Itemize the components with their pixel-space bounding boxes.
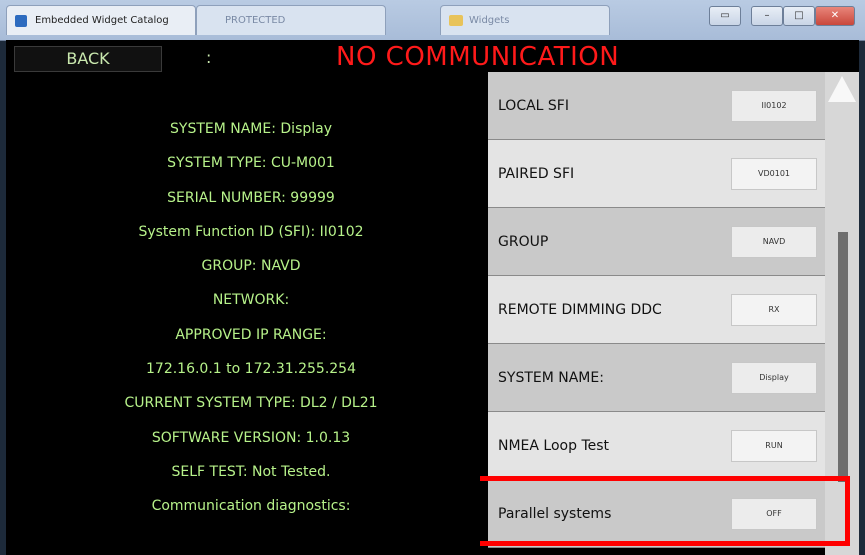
restore-icon[interactable]: ▭: [709, 6, 741, 26]
current-system-type-line: CURRENT SYSTEM TYPE: DL2 / DL21: [124, 395, 378, 412]
tab-widgets[interactable]: Widgets: [440, 5, 610, 35]
window-titlebar: Embedded Widget Catalog PROTECTED Widget…: [0, 0, 865, 41]
settings-scrollbar[interactable]: [825, 72, 859, 555]
setting-label: SYSTEM NAME:: [498, 370, 604, 386]
close-icon[interactable]: ✕: [815, 6, 855, 26]
system-name-line: SYSTEM NAME: Display: [170, 121, 332, 137]
setting-row-paired-sfi: PAIRED SFI VD0101: [488, 140, 825, 208]
folder-icon: [449, 15, 463, 26]
tab-label: Widgets: [469, 15, 510, 26]
system-name-value-button[interactable]: Display: [731, 362, 817, 394]
local-sfi-value-button[interactable]: II0102: [731, 90, 817, 122]
ip-range-line: 172.16.0.1 to 172.31.255.254: [146, 361, 356, 378]
maximize-icon[interactable]: □: [783, 6, 815, 26]
setting-row-remote-dimming: REMOTE DIMMING DDC RX: [488, 276, 825, 344]
tab-label: Embedded Widget Catalog: [35, 15, 169, 26]
app-icon: [15, 15, 27, 27]
nmea-loop-test-run-button[interactable]: RUN: [731, 430, 817, 462]
settings-list: LOCAL SFI II0102 PAIRED SFI VD0101 GROUP…: [488, 72, 825, 555]
setting-label: LOCAL SFI: [498, 98, 569, 114]
setting-label: NMEA Loop Test: [498, 438, 610, 454]
minimize-icon[interactable]: –: [751, 6, 783, 26]
setting-label: PAIRED SFI: [498, 166, 575, 182]
setting-row-system-name: SYSTEM NAME: Display: [488, 344, 825, 412]
setting-row-local-sfi: LOCAL SFI II0102: [488, 72, 825, 140]
app-surface: BACK : NO COMMUNICATION SYSTEM NAME: Dis…: [6, 40, 859, 555]
system-info-panel: SYSTEM NAME: Display SYSTEM TYPE: CU-M00…: [6, 112, 496, 524]
status-banner: NO COMMUNICATION: [336, 42, 620, 72]
scroll-thumb[interactable]: [838, 232, 848, 482]
setting-label: Parallel systems: [498, 506, 612, 522]
network-line: NETWORK:: [212, 292, 290, 309]
top-bar: BACK : NO COMMUNICATION: [6, 40, 859, 76]
separator: :: [206, 48, 212, 67]
setting-row-group: GROUP NAVD: [488, 208, 825, 276]
ip-range-heading: APPROVED IP RANGE:: [175, 326, 327, 343]
setting-label: REMOTE DIMMING DDC: [498, 302, 662, 318]
group-line: GROUP: NAVD: [201, 258, 301, 275]
software-version-line: SOFTWARE VERSION: 1.0.13: [151, 429, 351, 446]
paired-sfi-value-button[interactable]: VD0101: [731, 158, 817, 190]
back-button[interactable]: BACK: [14, 46, 162, 72]
system-type-line: SYSTEM TYPE: CU-M001: [167, 155, 335, 172]
tab-label: PROTECTED: [225, 15, 286, 26]
parallel-systems-toggle[interactable]: OFF: [731, 498, 817, 530]
setting-row-nmea-loop-test: NMEA Loop Test RUN: [488, 412, 825, 480]
group-value-button[interactable]: NAVD: [731, 226, 817, 258]
self-test-line: SELF TEST: Not Tested.: [171, 463, 331, 480]
scroll-up-arrow-icon[interactable]: [828, 76, 856, 102]
sfi-line: System Function ID (SFI): II0102: [138, 223, 364, 240]
tab-protected[interactable]: PROTECTED: [196, 5, 386, 35]
tab-widget-catalog[interactable]: Embedded Widget Catalog: [6, 5, 196, 35]
comm-diagnostics-line: Communication diagnostics:: [151, 498, 351, 515]
remote-dimming-value-button[interactable]: RX: [731, 294, 817, 326]
setting-row-parallel-systems: Parallel systems OFF: [488, 480, 825, 548]
setting-label: GROUP: [498, 234, 549, 250]
serial-number-line: SERIAL NUMBER: 99999: [167, 189, 335, 206]
window-controls: ▭ – □ ✕: [709, 6, 859, 26]
